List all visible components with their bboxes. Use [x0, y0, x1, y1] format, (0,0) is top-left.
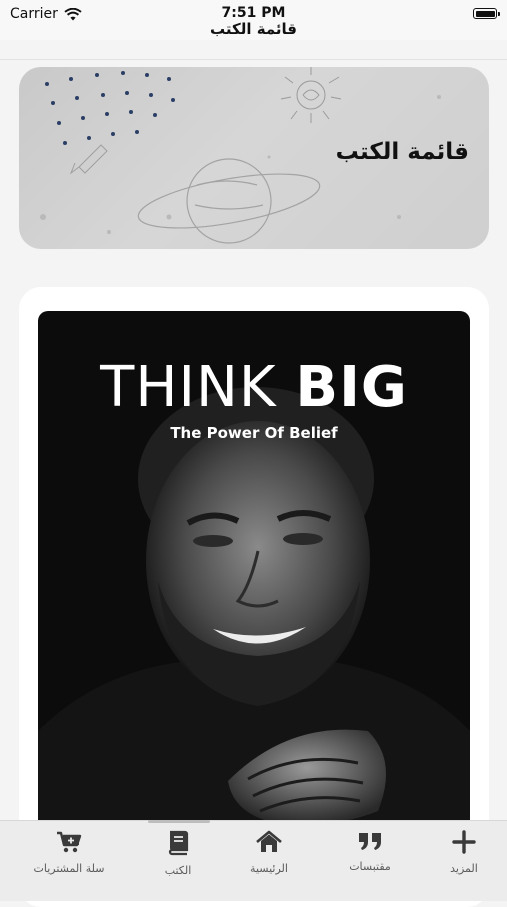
tab-cart[interactable]: سلة المشتريات	[24, 830, 114, 882]
plus-icon	[452, 830, 476, 854]
tab-books-label: الكتب	[164, 864, 192, 877]
status-time: 7:51 PM	[221, 5, 286, 21]
tab-more-label: المزيد	[450, 862, 478, 875]
battery-icon	[473, 8, 500, 19]
book-cover[interactable]: THINK BIG The Power Of Belief	[38, 311, 470, 901]
books-list-banner: قائمة الكتب	[19, 67, 489, 249]
cover-subtitle: The Power Of Belief	[170, 424, 338, 442]
cart-icon	[57, 831, 82, 853]
tab-home[interactable]: الرئيسية	[224, 830, 314, 882]
tab-more[interactable]: المزيد	[419, 830, 507, 882]
cover-title-bold: BIG	[295, 355, 408, 420]
scroll-handle	[148, 820, 210, 823]
page-title: قائمة الكتب	[210, 20, 297, 38]
home-icon	[256, 830, 282, 852]
tab-quotes-label: مقتبسات	[349, 860, 391, 873]
quote-icon	[359, 833, 381, 850]
tab-books[interactable]: الكتب	[133, 830, 223, 882]
book-icon	[168, 830, 189, 856]
tab-home-label: الرئيسية	[250, 862, 288, 875]
banner-title: قائمة الكتب	[335, 139, 469, 165]
tab-cart-label: سلة المشتريات	[33, 862, 105, 875]
header-divider	[0, 59, 507, 60]
cover-title: THINK BIG	[38, 355, 470, 420]
cover-title-light: THINK	[100, 355, 277, 420]
status-bar: Carrier 7:51 PM قائمة الكتب	[0, 0, 507, 40]
tab-quotes[interactable]: مقتبسات	[325, 830, 415, 882]
